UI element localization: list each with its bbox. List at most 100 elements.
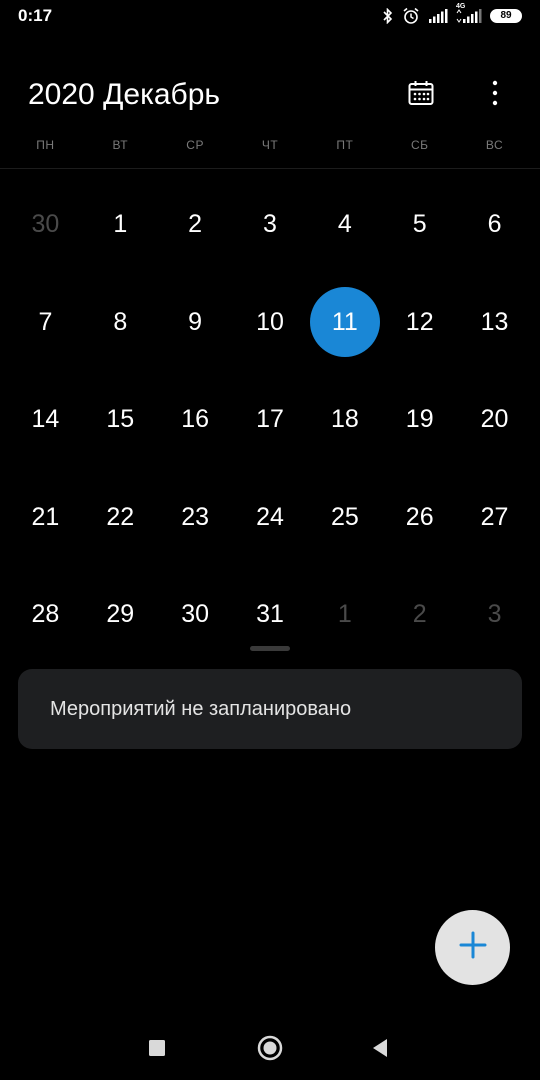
day-number: 21 xyxy=(31,502,60,531)
day-cell[interactable]: 18 xyxy=(307,371,382,469)
day-number: 26 xyxy=(405,502,434,531)
day-cell[interactable]: 4 xyxy=(307,176,382,274)
day-number: 2 xyxy=(412,600,427,629)
day-cell[interactable]: 1 xyxy=(83,176,158,274)
day-number: 6 xyxy=(487,210,502,239)
day-number: 9 xyxy=(188,307,203,336)
circle-icon xyxy=(257,1035,283,1066)
day-cell[interactable]: 16 xyxy=(158,371,233,469)
day-number: 22 xyxy=(106,502,135,531)
drag-handle[interactable] xyxy=(250,646,290,651)
day-cell[interactable]: 10 xyxy=(233,274,308,372)
network-type-label: 4G xyxy=(456,3,466,10)
system-nav-bar xyxy=(0,1020,540,1080)
day-cell[interactable]: 2 xyxy=(158,176,233,274)
alarm-icon xyxy=(402,7,420,25)
day-number: 11 xyxy=(309,287,380,358)
back-button[interactable] xyxy=(364,1034,396,1066)
day-cell[interactable]: 1 xyxy=(307,566,382,664)
day-number: 16 xyxy=(181,405,210,434)
day-cell[interactable]: 3 xyxy=(233,176,308,274)
day-cell[interactable]: 11 xyxy=(307,274,382,372)
status-bar: 0:17 4G 89 xyxy=(0,0,540,34)
day-cell[interactable]: 27 xyxy=(457,469,532,567)
day-cell[interactable]: 9 xyxy=(158,274,233,372)
day-number: 3 xyxy=(263,210,277,239)
day-number: 30 xyxy=(181,600,210,629)
battery-level: 89 xyxy=(500,10,512,21)
weekday-label: СР xyxy=(186,138,204,152)
day-cell[interactable]: 24 xyxy=(233,469,308,567)
day-number: 15 xyxy=(106,405,135,434)
day-cell[interactable]: 2 xyxy=(382,566,457,664)
weekday-label: ПН xyxy=(36,138,55,152)
day-cell[interactable]: 19 xyxy=(382,371,457,469)
day-number: 23 xyxy=(181,502,210,531)
day-cell[interactable]: 30 xyxy=(158,566,233,664)
day-cell[interactable]: 5 xyxy=(382,176,457,274)
weekday-label: ЧТ xyxy=(261,138,279,152)
day-cell[interactable]: 3 xyxy=(457,566,532,664)
day-cell[interactable]: 13 xyxy=(457,274,532,372)
header-divider xyxy=(0,168,540,169)
signal-icon xyxy=(428,9,448,23)
day-cell[interactable]: 22 xyxy=(83,469,158,567)
day-number: 17 xyxy=(256,405,284,434)
day-number: 29 xyxy=(106,600,135,629)
day-number: 30 xyxy=(31,210,60,239)
weekday-label: ВС xyxy=(485,138,504,152)
battery-icon: 89 xyxy=(490,9,522,23)
square-icon xyxy=(148,1039,166,1062)
weekday-label: ПТ xyxy=(336,138,354,152)
day-cell[interactable]: 25 xyxy=(307,469,382,567)
day-cell[interactable]: 12 xyxy=(382,274,457,372)
day-number: 18 xyxy=(330,405,359,434)
day-number: 2 xyxy=(188,210,203,239)
weekday-label: СБ xyxy=(410,138,429,152)
day-cell[interactable]: 14 xyxy=(8,371,83,469)
day-number: 1 xyxy=(113,210,128,239)
day-number: 3 xyxy=(487,600,502,629)
day-number: 31 xyxy=(256,600,284,629)
calendar-header: 2020 Декабрь xyxy=(0,70,540,124)
day-number: 7 xyxy=(38,307,53,336)
day-cell[interactable]: 7 xyxy=(8,274,83,372)
day-number: 1 xyxy=(337,600,352,629)
plus-icon xyxy=(458,930,488,965)
status-icons: 4G 89 xyxy=(382,3,522,26)
day-cell[interactable]: 8 xyxy=(83,274,158,372)
signal-4g-icon: 4G xyxy=(456,3,482,23)
day-cell[interactable]: 17 xyxy=(233,371,308,469)
status-time: 0:17 xyxy=(18,6,53,25)
day-cell[interactable]: 30 xyxy=(8,176,83,274)
day-cell[interactable]: 28 xyxy=(8,566,83,664)
day-cell[interactable]: 20 xyxy=(457,371,532,469)
day-cell[interactable]: 6 xyxy=(457,176,532,274)
calendar-grid-icon xyxy=(407,79,435,112)
day-cell[interactable]: 23 xyxy=(158,469,233,567)
day-number: 4 xyxy=(337,210,352,239)
more-options-button[interactable] xyxy=(480,78,510,112)
bluetooth-icon xyxy=(382,8,394,24)
triangle-back-icon xyxy=(371,1038,389,1063)
month-title[interactable]: 2020 Декабрь xyxy=(28,78,220,112)
day-number: 24 xyxy=(256,502,284,531)
day-cell[interactable]: 26 xyxy=(382,469,457,567)
recents-button[interactable] xyxy=(141,1034,173,1066)
day-number: 20 xyxy=(480,405,509,434)
no-events-text: Мероприятий не запланировано xyxy=(50,698,352,720)
weekday-label: ВТ xyxy=(112,138,129,152)
day-number: 13 xyxy=(480,307,509,336)
day-cell[interactable]: 29 xyxy=(83,566,158,664)
day-number: 28 xyxy=(31,600,60,629)
home-button[interactable] xyxy=(254,1034,286,1066)
day-number: 19 xyxy=(405,405,434,434)
day-cell[interactable]: 15 xyxy=(83,371,158,469)
day-number: 8 xyxy=(113,307,128,336)
more-vert-icon xyxy=(491,80,499,111)
day-cell[interactable]: 21 xyxy=(8,469,83,567)
day-number: 10 xyxy=(256,307,284,336)
add-event-button[interactable] xyxy=(435,910,510,985)
day-number: 27 xyxy=(480,502,509,531)
calendar-view-button[interactable] xyxy=(404,78,438,112)
